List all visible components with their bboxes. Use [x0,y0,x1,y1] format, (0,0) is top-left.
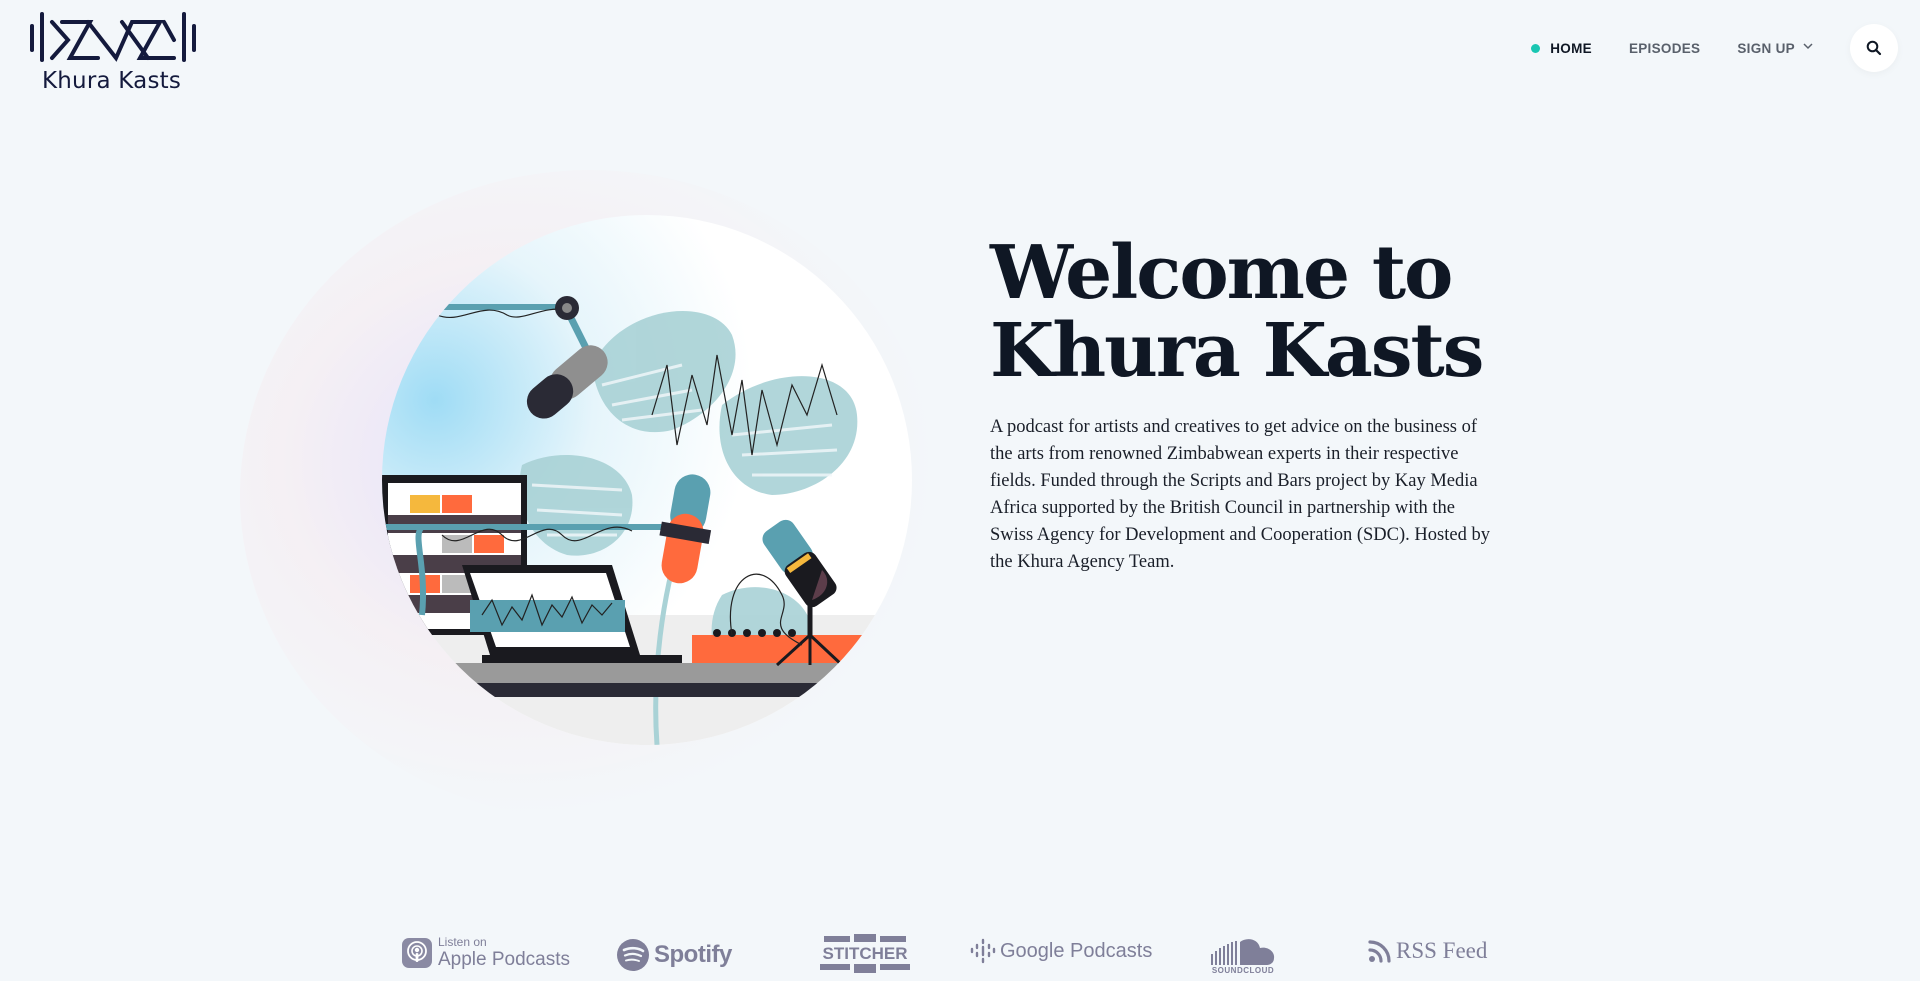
logo-mark-icon [30,12,196,62]
platform-links: Listen on Apple Podcasts Spotify STITCHE… [400,930,1510,978]
active-indicator-dot [1531,43,1541,53]
apple-podcasts-link[interactable]: Listen on Apple Podcasts [402,936,570,969]
nav-item-home-label: HOME [1550,40,1592,56]
soundcloud-link[interactable]: SOUNDCLOUD [1210,936,1276,975]
site-logo[interactable]: Khura Kasts [28,10,198,94]
apple-podcasts-label: Apple Podcasts [438,949,571,970]
nav-item-sign-up-label: SIGN UP [1737,40,1795,56]
apple-podcasts-small-label: Listen on [438,935,487,949]
nav-item-sign-up[interactable]: SIGN UP [1737,41,1813,56]
search-icon [1866,40,1882,56]
hero-description: A podcast for artists and creatives to g… [990,417,1490,572]
spotify-link[interactable]: Spotify [616,938,732,972]
apple-podcasts-icon [402,937,432,968]
google-podcasts-icon [970,938,996,964]
search-button[interactable] [1850,24,1898,72]
soundcloud-label: SOUNDCLOUD [1211,966,1275,975]
hero-title-line-2: Khura Kasts [990,308,1484,394]
stitcher-label: STITCHER [823,944,908,963]
google-podcasts-link[interactable]: Google Podcasts [970,938,1152,964]
stitcher-link[interactable]: STITCHER [820,934,910,974]
nav-item-home[interactable]: HOME [1531,41,1592,56]
rss-icon [1368,940,1391,963]
nav-item-episodes[interactable]: EPISODES [1629,41,1700,56]
main-nav: HOME EPISODES SIGN UP [1531,24,1898,72]
logo-text: Khura Kasts [42,68,182,94]
google-podcasts-label: Google Podcasts [1000,939,1153,962]
stitcher-icon: STITCHER [820,934,910,973]
hero-title: Welcome to Khura Kasts [990,234,1510,390]
hero-title-line-1: Welcome to [990,230,1453,316]
chevron-down-icon [1803,43,1813,50]
rss-feed-link[interactable]: RSS Feed [1368,938,1487,964]
nav-item-episodes-label: EPISODES [1628,40,1701,56]
hero-illustration [382,215,912,745]
rss-feed-label: RSS Feed [1396,938,1488,963]
podcast-studio-illustration [382,215,912,745]
spotify-icon [617,939,649,971]
spotify-label: Spotify [654,941,732,968]
soundcloud-icon [1211,939,1275,965]
